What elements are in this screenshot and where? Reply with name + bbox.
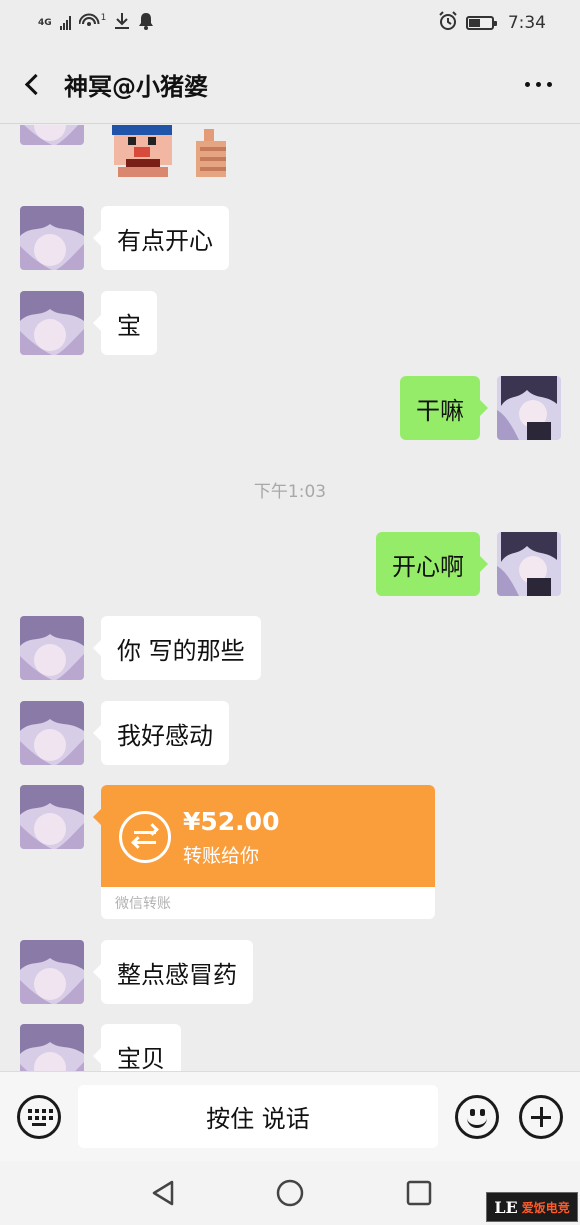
message-bubble-in[interactable]: 宝贝 [93,1024,181,1071]
contact-avatar[interactable] [20,291,84,355]
transfer-note: 转账给你 [183,845,260,867]
contact-avatar[interactable] [20,1024,84,1071]
status-bar: 4G 1 7:34 [0,0,580,46]
network-indicator: 4G [38,17,52,28]
signal-icon [59,16,71,30]
notification-bell-icon [138,12,154,35]
battery-icon [465,16,497,30]
back-button[interactable] [0,46,64,124]
transfer-icon [119,811,171,863]
message-bubble-in[interactable]: 你 写的那些 [93,616,261,680]
back-arrow-icon [24,73,46,96]
watermark-text: 爱饭电竞 [521,1200,570,1215]
keyboard-icon[interactable] [17,1095,61,1139]
contact-avatar[interactable] [20,125,84,145]
nav-recent-icon[interactable] [406,1180,432,1206]
download-icon [114,12,130,35]
message-bubble-in[interactable]: 宝 [93,291,157,355]
clock: 7:34 [507,13,546,33]
contact-avatar[interactable] [20,701,84,765]
wifi-icon [78,12,101,35]
message-bubble-in[interactable]: 有点开心 [93,206,229,270]
page-title: 神冥@小猪婆 [64,73,208,101]
status-right: 7:34 [438,10,546,36]
alarm-icon [438,10,458,36]
message-bubble-in[interactable]: 整点感冒药 [93,940,253,1004]
chat-header: 神冥@小猪婆 [0,46,580,124]
transfer-card[interactable]: ¥52.00 转账给你 微信转账 [101,785,435,919]
message-bubble-out[interactable]: 干嘛 [400,376,488,440]
status-left: 4G 1 [38,12,154,35]
plus-icon[interactable] [519,1095,563,1139]
nav-home-icon[interactable] [276,1179,304,1207]
contact-avatar[interactable] [20,785,84,849]
chat-area[interactable]: 有点开心 宝 干嘛 下午1:03 开心啊 你 写的那些 我好感动 ¥52.00 … [0,125,580,1071]
sticker-image[interactable] [108,125,248,181]
message-timestamp: 下午1:03 [253,482,327,502]
input-bar: 按住 说话 [0,1071,580,1161]
contact-avatar[interactable] [20,616,84,680]
message-bubble-in[interactable]: 我好感动 [93,701,229,765]
contact-avatar[interactable] [20,206,84,270]
hold-to-talk-button[interactable]: 按住 说话 [78,1085,438,1148]
wifi-badge: 1 [100,13,107,23]
message-bubble-out[interactable]: 开心啊 [376,532,488,596]
emoji-icon[interactable] [455,1095,499,1139]
watermark-logo-mark: LE [494,1197,518,1217]
transfer-amount: ¥52.00 [183,807,280,836]
contact-avatar[interactable] [20,940,84,1004]
more-icon[interactable] [525,82,552,87]
transfer-source: 微信转账 [115,896,171,912]
my-avatar[interactable] [497,376,561,440]
my-avatar[interactable] [497,532,561,596]
watermark-logo: LE 爱饭电竞 [486,1192,578,1222]
